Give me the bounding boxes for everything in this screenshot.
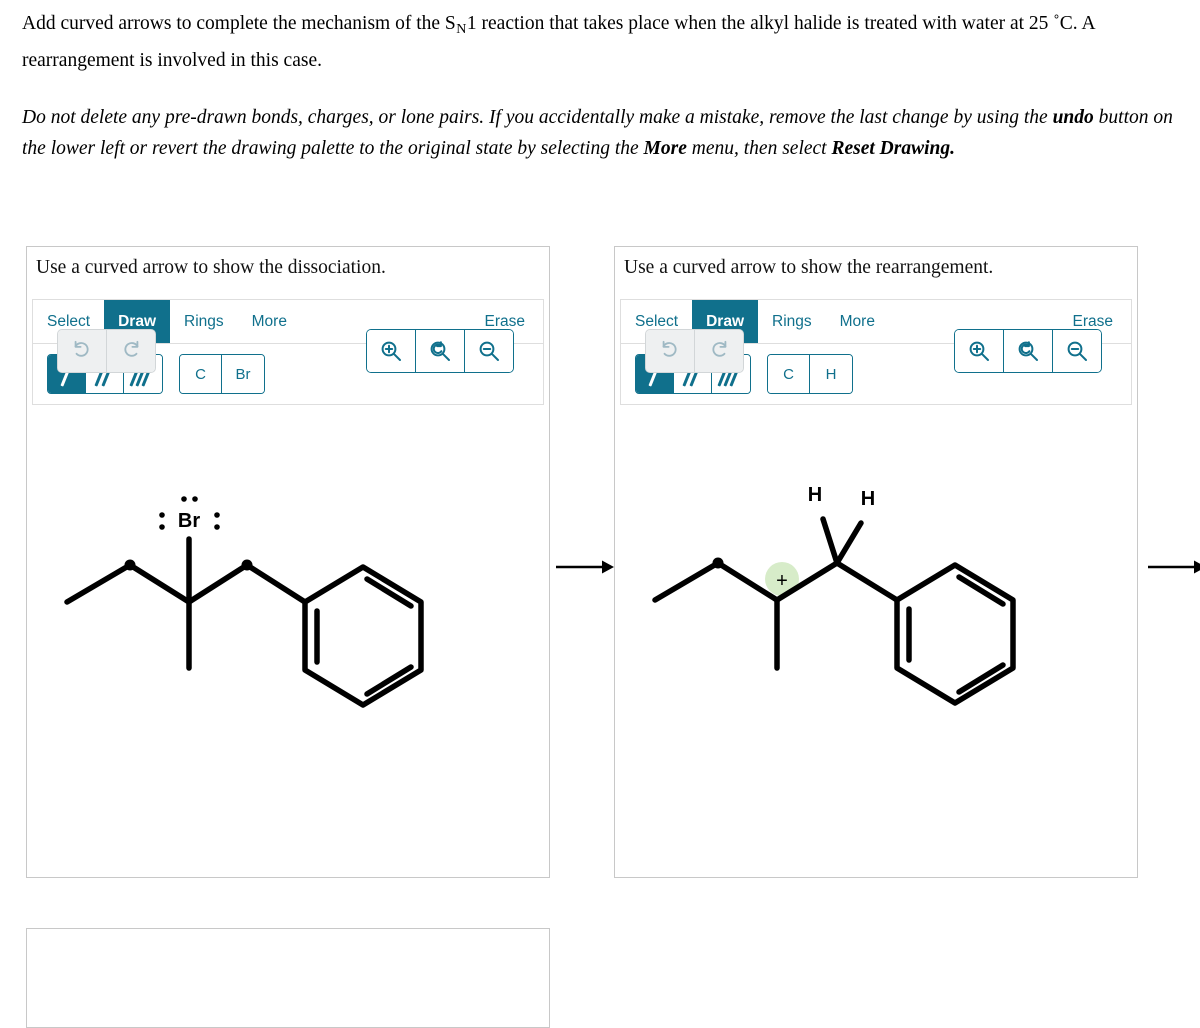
prompt-undo-emphasis: undo [1052,106,1094,128]
vertex-dots [712,557,724,569]
prompt-main-text: Add curved arrows to complete the mechan… [22,2,1174,76]
dissociation-panel: Use a curved arrow to show the dissociat… [26,246,550,878]
redo-arrow-icon [712,340,727,357]
history-button-group [645,329,744,373]
magnifier-minus-icon [1067,341,1087,361]
zoom-button-group [954,329,1102,373]
magnifier-minus-icon [479,341,499,361]
zoom-button-group [366,329,514,373]
reaction-arrow-2 [1148,556,1200,578]
zoom-out-button[interactable] [465,330,513,372]
dissociation-bottom-bar [37,329,539,373]
magnifier-reset-icon [1018,341,1038,361]
prompt-reset-emphasis: Reset Drawing. [831,137,955,159]
zoom-reset-button[interactable] [416,330,465,372]
skeleton-bonds [64,536,308,671]
zoom-in-button[interactable] [367,330,416,372]
hydrogen-atom-label-right: H [861,488,875,510]
hydrogen-atom-label-left: H [808,484,822,506]
undo-button[interactable] [646,330,695,372]
history-button-group [57,329,156,373]
redo-arrow-icon [124,340,139,357]
zoom-out-button[interactable] [1053,330,1101,372]
magnifier-reset-icon [430,341,450,361]
prompt-subscript-n: N [456,20,467,37]
prompt-more-emphasis: More [643,137,687,159]
dissociation-panel-title: Use a curved arrow to show the dissociat… [36,257,386,278]
rearrangement-editor: Select Draw Rings More Erase C H + H H [620,299,1132,827]
redo-button[interactable] [107,330,155,372]
positive-charge-label: + [776,570,788,592]
magnifier-plus-icon [969,341,989,361]
carbocation-structure: + H H [652,484,1016,706]
reaction-arrow-1 [556,556,614,578]
benzene-ring [894,562,1016,706]
prompt-note-text: Do not delete any pre-drawn bonds, charg… [22,76,1174,164]
undo-button[interactable] [58,330,107,372]
zoom-reset-button[interactable] [1004,330,1053,372]
benzene-ring [302,564,424,708]
rearrangement-panel-title: Use a curved arrow to show the rearrange… [624,257,994,278]
dissociation-canvas[interactable]: Br [37,461,539,827]
bromine-atom-label: Br [178,510,200,532]
zoom-in-button[interactable] [955,330,1004,372]
undo-arrow-icon [662,340,677,357]
prompt-main-part1: Add curved arrows to complete the mechan… [22,13,456,34]
reaction-arrow-icon [1148,560,1200,574]
dissociation-editor: Select Draw Rings More Erase C Br Br [32,299,544,827]
reaction-arrow-icon [556,560,614,574]
rearrangement-bottom-bar [625,329,1127,373]
redo-button[interactable] [695,330,743,372]
alkyl-bromide-structure: Br [64,496,424,708]
prompt-note-part1: Do not delete any pre-drawn bonds, charg… [22,106,1053,128]
magnifier-plus-icon [381,341,401,361]
third-panel-partial [26,928,550,1028]
rearrangement-panel: Use a curved arrow to show the rearrange… [614,246,1138,878]
undo-arrow-icon [74,340,89,357]
prompt-note-part3: menu, then select [686,137,832,159]
prompt-block: Add curved arrows to complete the mechan… [22,2,1174,164]
rearrangement-canvas[interactable]: + H H [625,461,1127,827]
